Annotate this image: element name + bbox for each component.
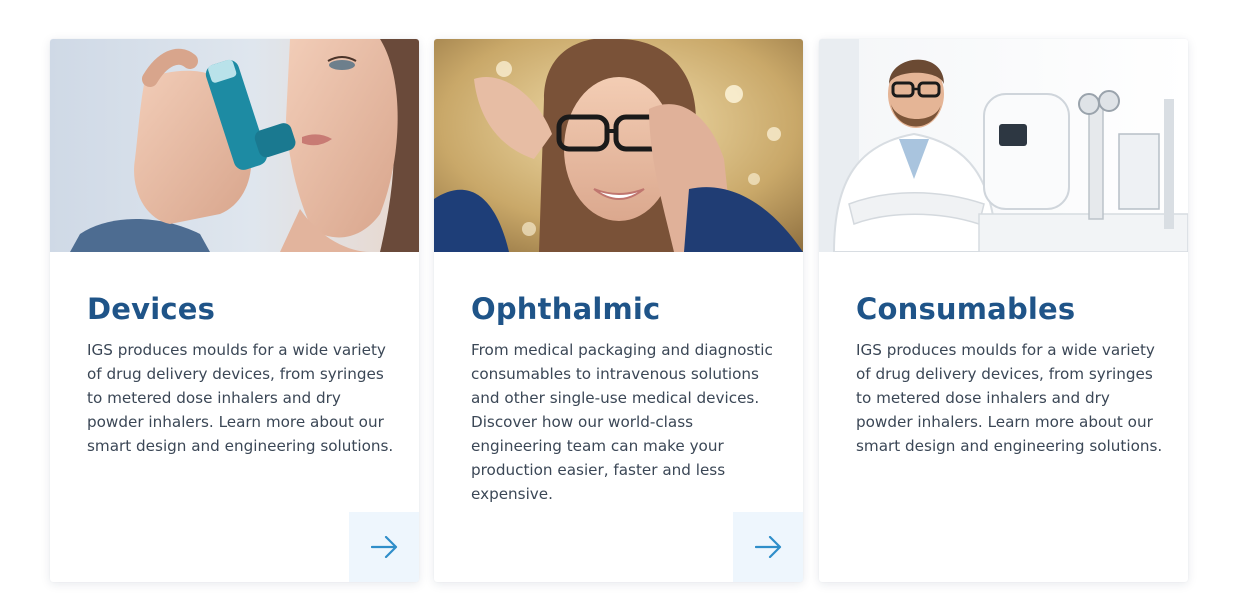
card-description: IGS produces moulds for a wide variety o… [856,341,1163,455]
card-title: Ophthalmic [471,292,661,326]
card-devices[interactable]: Devices IGS produces moulds for a wide v… [50,39,419,582]
devices-arrow-button[interactable] [349,512,419,582]
woman-using-inhaler-photo [50,39,419,252]
card-description: From medical packaging and diagnostic co… [471,341,773,503]
ophthalmic-image [434,39,803,252]
arrow-right-icon [370,536,397,558]
consumables-image [819,39,1188,252]
card-title: Consumables [856,292,1076,326]
woman-trying-glasses-photo [434,39,803,252]
arrow-right-icon [754,536,781,558]
devices-image [50,39,419,252]
ophthalmic-arrow-button[interactable] [733,512,803,582]
card-description: IGS produces moulds for a wide variety o… [87,341,394,455]
optometrist-with-equipment-photo [819,39,1188,252]
product-cards: Devices IGS produces moulds for a wide v… [0,0,1237,607]
card-title: Devices [87,292,216,326]
card-ophthalmic[interactable]: Ophthalmic From medical packaging and di… [434,39,803,582]
card-consumables[interactable]: Consumables IGS produces moulds for a wi… [819,39,1188,582]
